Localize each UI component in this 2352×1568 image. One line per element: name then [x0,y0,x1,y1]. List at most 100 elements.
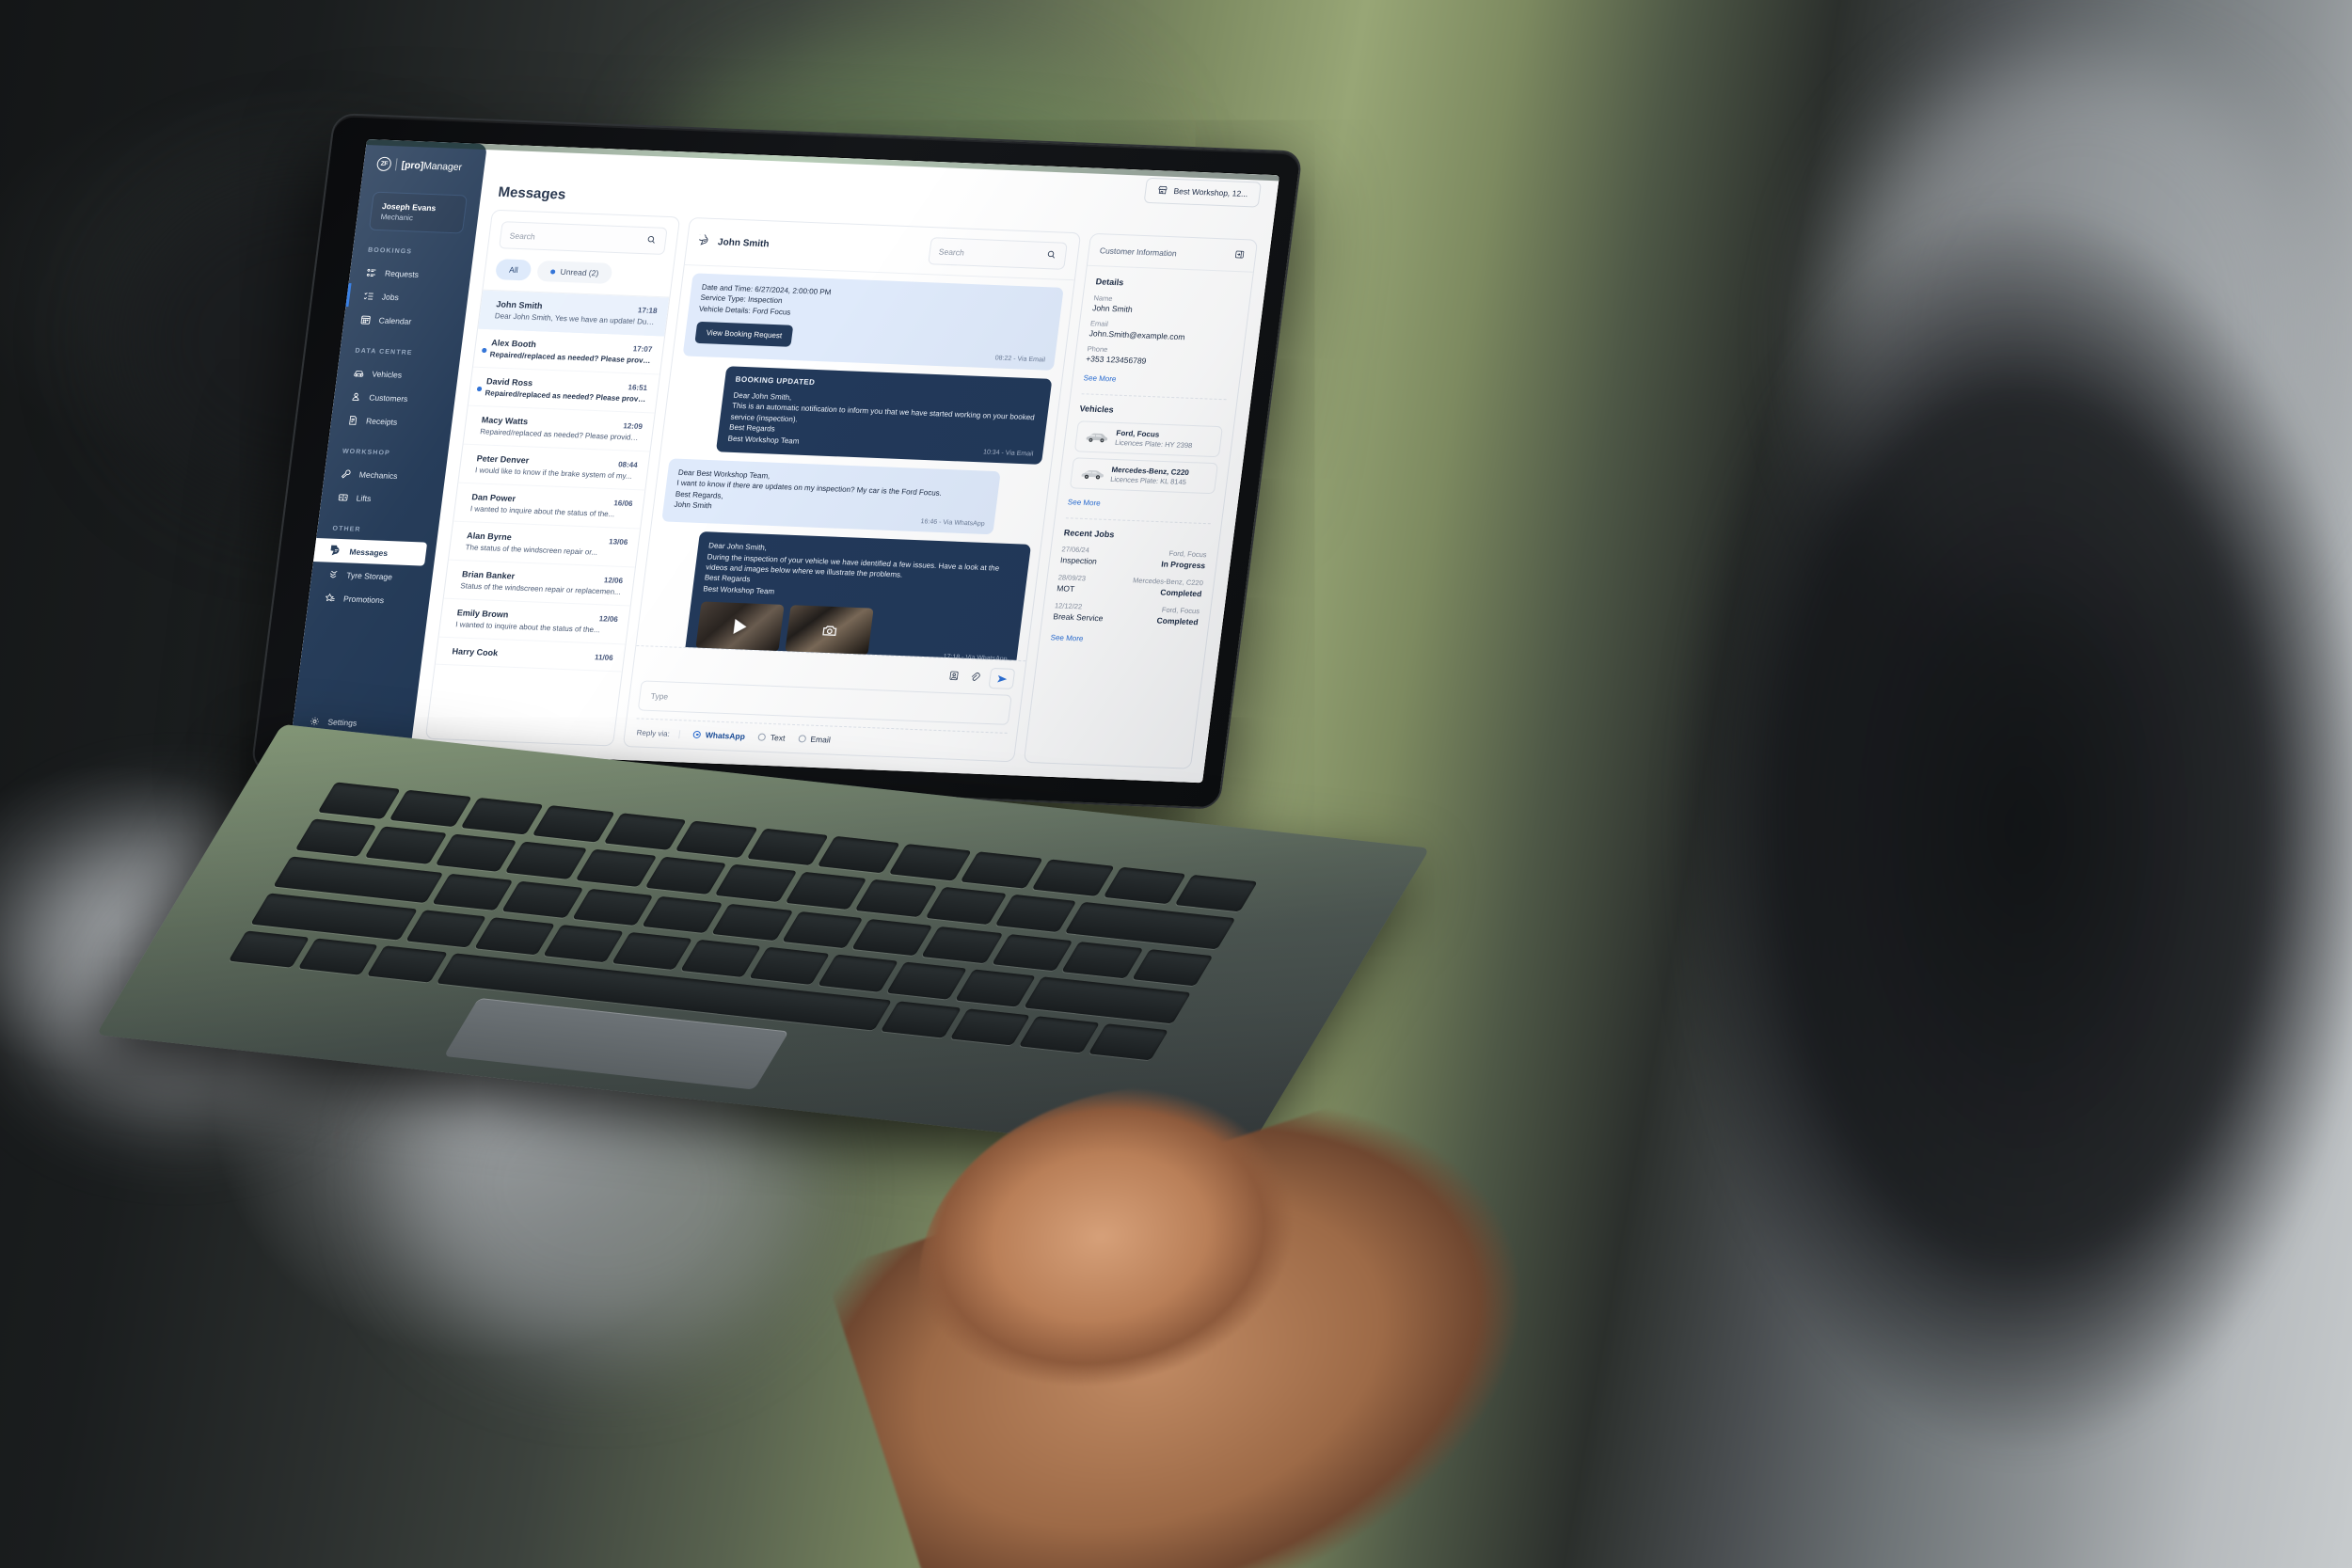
brand-bold: [pro] [400,159,424,172]
job-date: 28/09/23 [1057,573,1087,583]
message-input-placeholder: Type [650,690,669,702]
job-right: Ford, Focus In Progress [1160,548,1207,571]
details-heading: Details [1095,277,1124,288]
car-thumbnail-icon [1079,467,1105,481]
reply-channel-whatsapp[interactable]: WhatsApp [692,730,746,741]
chat-icon [329,545,343,558]
panel-collapse-icon[interactable] [1233,249,1246,261]
radio-icon [757,733,767,741]
filter-unread[interactable]: Unread (2) [536,260,613,284]
reply-channel-text[interactable]: Text [757,733,786,743]
sidebar-item-label: Receipts [365,415,398,427]
vehicles-see-more-link[interactable]: See More [1067,498,1213,512]
tasks-icon [361,290,375,303]
sidebar-item-label: Vehicles [371,368,403,380]
composer: Type Reply via: WhatsApp Text Email [623,644,1026,762]
message-meta: 10:34 - Via Email [982,449,1034,458]
play-icon [695,602,784,652]
vehicle-text: Ford, Focus Licences Plate: HY 2398 [1115,429,1194,450]
status-badge: In Progress [1160,559,1206,571]
camera-icon [785,605,873,655]
main-area: Best Workshop, 12... Messages Search All… [409,144,1279,784]
workshop-selector[interactable]: Best Workshop, 12... [1143,177,1263,208]
thread-name: John Smith [495,299,544,311]
laptop-screen: ZF [pro]Manager Joseph Evans Mechanic BO… [289,139,1279,784]
recent-jobs-see-more-link[interactable]: See More [1050,633,1196,647]
thread-name: Alex Booth [490,338,537,350]
sidebar-item-promotions[interactable]: Promotions [308,585,431,613]
send-icon [996,674,1007,682]
conversation-contact: John Smith [697,232,770,251]
vehicle-card[interactable]: Mercedes-Benz, C220 Licences Plate: KL 8… [1069,457,1219,495]
brand-logo: ZF [pro]Manager [363,152,485,175]
radio-icon [692,730,702,739]
message-thread: Date and Time: 6/27/2024, 2:00:00 PM Ser… [636,265,1073,661]
reply-channel-group: Reply via: WhatsApp Text Email [632,718,1008,761]
content-columns: Search All Unread (2) John Smith 17:18 D… [410,209,1271,783]
image-icon[interactable] [947,670,961,683]
thread-name: Macy Watts [481,415,529,427]
chat-bubble-icon [697,232,712,249]
conversation-search-input[interactable]: Search [928,237,1068,270]
detail-field-email: Email John.Smith@example.com [1089,319,1236,343]
send-button[interactable] [988,667,1016,689]
sidebar-item-label: Lifts [356,492,373,503]
unread-dot-icon [550,269,556,275]
unread-dot-icon [481,347,487,353]
conversation-panel: John Smith Search Date and Time: 6/27/20… [622,216,1082,763]
message-meta: 16:46 - Via WhatsApp [920,518,985,529]
job-date: 27/06/24 [1061,545,1090,555]
view-booking-request-button[interactable]: View Booking Request [694,321,794,347]
message-outbound: BOOKING UPDATED Dear John Smith, This is… [715,366,1053,465]
job-right: Ford, Focus Completed [1156,606,1200,627]
reply-channel-label: WhatsApp [705,730,746,741]
thread-time: 11/06 [594,653,614,663]
vehicle-card[interactable]: Ford, Focus Licences Plate: HY 2398 [1073,420,1223,458]
job-service: MOT [1056,583,1075,594]
job-left: 12/12/22 Break Service [1053,601,1105,623]
customer-information-body: Details Name John Smith Email John.Smith… [1037,266,1252,668]
gear-icon [308,715,322,728]
user-card[interactable]: Joseph Evans Mechanic [368,191,469,234]
zf-logo-icon: ZF [375,156,392,172]
lift-icon [336,491,350,504]
thread-name: David Ross [485,376,533,388]
sidebar-item-lifts[interactable]: Lifts [320,484,443,513]
sidebar-item-label: Jobs [381,291,400,302]
thread-time: 12/06 [598,614,619,625]
job-vehicle: Mercedes-Benz, C220 [1132,576,1204,588]
paperclip-icon[interactable] [968,671,981,684]
sidebar-item-calendar[interactable]: Calendar [342,307,466,335]
nav-section-data-centre: DATA CENTRE Vehicles Customers Receipts [330,347,461,436]
sidebar-item-label: Settings [326,716,358,728]
reply-via-label: Reply via: [636,727,681,738]
recent-job-row[interactable]: 28/09/23 MOT Mercedes-Benz, C220 Complet… [1057,573,1204,598]
video-attachment[interactable] [695,601,785,653]
reply-channel-email[interactable]: Email [798,734,831,745]
vehicle-plate: Licences Plate: HY 2398 [1114,437,1193,451]
filter-all[interactable]: All [494,259,533,281]
calendar-icon [358,313,373,326]
search-placeholder: Search [509,230,536,242]
details-see-more-link[interactable]: See More [1083,373,1229,388]
thread-name: Peter Denver [476,453,530,466]
detail-field-name: Name John Smith [1092,293,1240,318]
sidebar-item-label: Messages [348,546,389,558]
brand-light: Manager [422,160,463,173]
image-attachment[interactable] [785,605,874,656]
message-outbound-media: Dear John Smith, During the inspection o… [684,531,1032,661]
sidebar-item-label: Tyre Storage [345,569,393,581]
user-silhouette [1618,113,2352,1568]
sidebar-item-receipts[interactable]: Receipts [330,407,453,436]
filter-unread-label: Unread (2) [560,266,599,278]
car-thumbnail-icon [1084,430,1110,444]
recent-job-row[interactable]: 27/06/24 Inspection Ford, Focus In Progr… [1060,545,1208,570]
car-icon [352,367,366,380]
thread-time: 16/06 [612,499,634,509]
app-window: ZF [pro]Manager Joseph Evans Mechanic BO… [289,139,1279,784]
storefront-icon [1157,184,1169,197]
brand-name: [pro]Manager [401,159,463,173]
recent-job-row[interactable]: 12/12/22 Break Service Ford, Focus Compl… [1053,601,1200,626]
thread-name: Emily Brown [456,608,510,620]
status-badge: Completed [1155,615,1200,627]
